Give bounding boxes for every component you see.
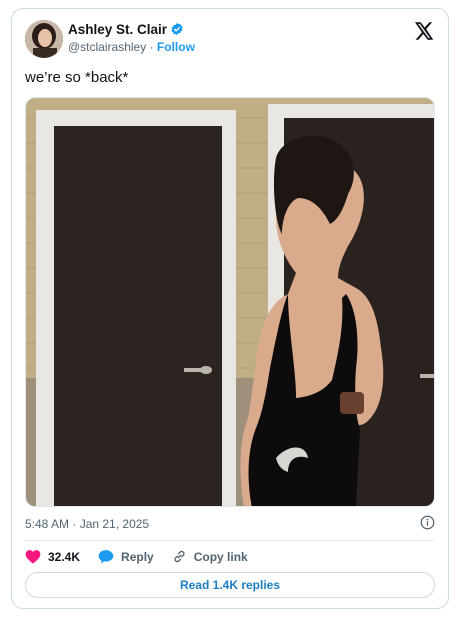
tweet-timestamp[interactable]: 5:48 AM · Jan 21, 2025 (25, 517, 149, 531)
like-button[interactable]: 32.4K (25, 549, 80, 564)
handle-line: @stclairashley · Follow (68, 40, 195, 54)
like-count: 32.4K (48, 549, 81, 564)
info-icon[interactable] (420, 515, 435, 535)
link-icon (174, 550, 185, 563)
divider (25, 540, 435, 541)
x-logo-icon[interactable] (415, 22, 434, 45)
follow-button[interactable]: Follow (157, 40, 195, 54)
heart-icon (25, 550, 41, 564)
tweet-photo[interactable] (25, 97, 435, 507)
separator-dot: · (149, 40, 154, 54)
tweet-card: Ashley St. Clair @stclairashley · Follow… (11, 8, 449, 609)
tweet-text: we’re so *back* (25, 69, 129, 86)
copy-link-button[interactable]: Copy link (172, 549, 248, 564)
action-bar: 32.4K Reply Copy link (25, 549, 266, 564)
verified-badge-icon (170, 22, 184, 39)
reply-button[interactable]: Reply (98, 549, 154, 564)
author-name[interactable]: Ashley St. Clair (68, 22, 167, 37)
copy-link-label: Copy link (193, 549, 248, 564)
avatar[interactable] (25, 20, 63, 58)
read-replies-button[interactable]: Read 1.4K replies (25, 572, 435, 598)
author-name-row[interactable]: Ashley St. Clair (68, 22, 184, 39)
reply-label: Reply (121, 549, 154, 564)
reply-bubble-icon (98, 550, 114, 564)
author-handle[interactable]: @stclairashley (68, 40, 146, 54)
